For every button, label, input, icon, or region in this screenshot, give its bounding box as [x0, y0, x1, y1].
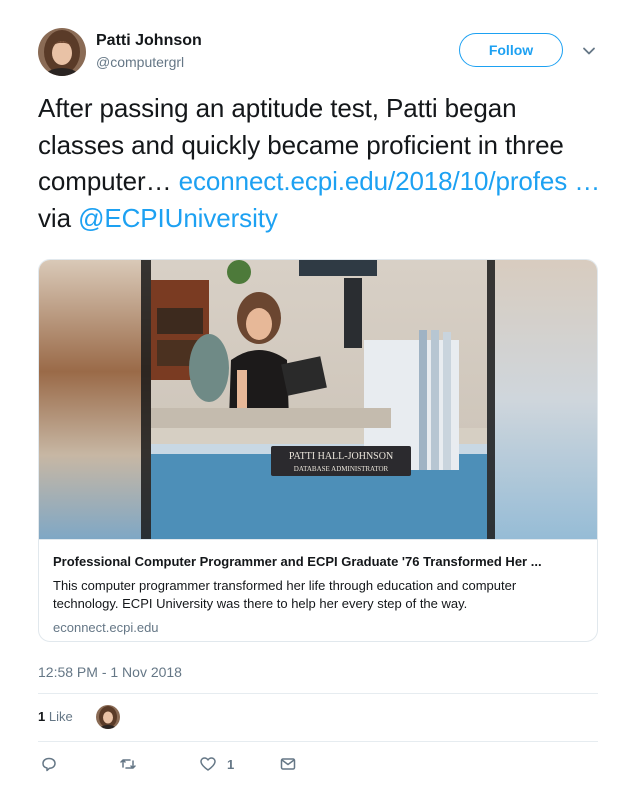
- retweet-button[interactable]: [119, 755, 137, 773]
- card-description: This computer programmer transformed her…: [53, 578, 517, 611]
- tweet-via: via: [38, 202, 71, 233]
- nameplate-line1: PATTI HALL-JOHNSON: [289, 451, 393, 462]
- message-button[interactable]: [279, 755, 297, 773]
- retweet-icon: [120, 759, 136, 769]
- card-domain: econnect.ecpi.edu: [53, 620, 159, 635]
- nameplate-line2: DATABASE ADMINISTRATOR: [294, 465, 389, 473]
- follow-button[interactable]: Follow: [459, 33, 563, 67]
- divider: [38, 693, 598, 694]
- card-title[interactable]: Professional Computer Programmer and ECP…: [53, 554, 583, 569]
- card-body[interactable]: Professional Computer Programmer and ECP…: [39, 539, 597, 641]
- tweet-text: After passing an aptitude test, Patti be…: [38, 90, 608, 236]
- reply-button[interactable]: [40, 755, 58, 773]
- likes-count[interactable]: 1 Like: [38, 709, 73, 724]
- envelope-icon: [280, 758, 296, 770]
- like-action-count: 1: [227, 756, 235, 772]
- liker-avatar[interactable]: [96, 705, 120, 729]
- tweet-link[interactable]: econnect.ecpi.edu/2018/10/profes …: [179, 166, 601, 196]
- author-handle[interactable]: @computergrl: [96, 54, 184, 70]
- chevron-down-icon[interactable]: [580, 42, 598, 60]
- like-button[interactable]: 1: [199, 755, 234, 773]
- divider: [38, 741, 598, 742]
- reply-icon: [42, 757, 56, 772]
- link-card[interactable]: PATTI HALL-JOHNSON DATABASE ADMINISTRATO…: [38, 259, 598, 642]
- heart-icon: [200, 757, 216, 771]
- tweet-timestamp[interactable]: 12:58 PM - 1 Nov 2018: [38, 664, 182, 680]
- author-name[interactable]: Patti Johnson: [96, 32, 202, 50]
- card-image[interactable]: PATTI HALL-JOHNSON DATABASE ADMINISTRATO…: [39, 260, 597, 539]
- likes-number: 1: [38, 709, 46, 724]
- author-avatar[interactable]: [38, 28, 86, 76]
- likes-label: Like: [48, 709, 73, 724]
- tweet-mention[interactable]: @ECPIUniversity: [78, 203, 278, 233]
